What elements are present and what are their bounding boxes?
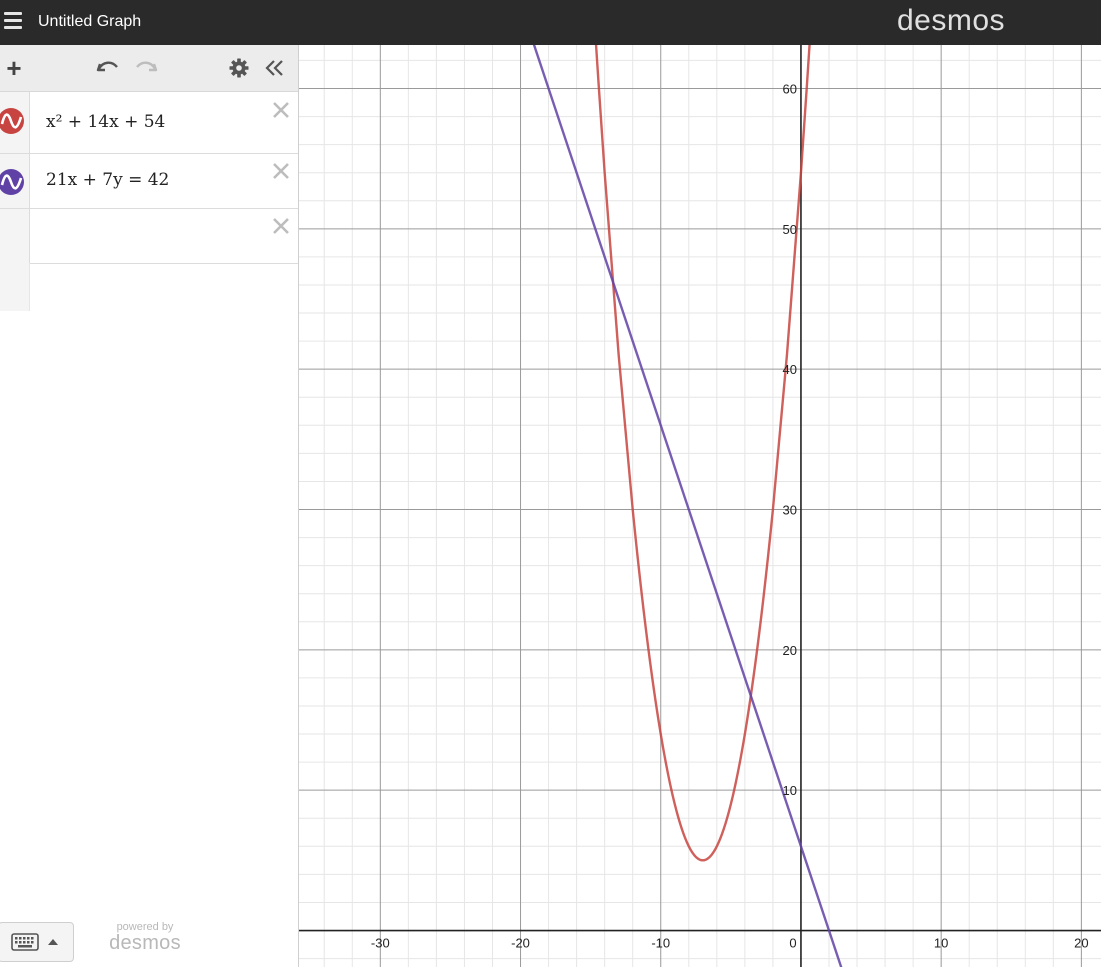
x-tick-label: 10 (934, 936, 948, 951)
x-tick-label: -10 (651, 936, 670, 951)
add-expression-button[interactable]: + (3, 55, 25, 81)
x-tick-label: -30 (371, 936, 390, 951)
collapse-panel-button[interactable] (262, 55, 288, 81)
expression-gutter (0, 263, 30, 311)
parabola-curve[interactable] (591, 45, 815, 862)
top-bar: Untitled Graph desmos (0, 0, 1101, 45)
y-tick-label: 60 (782, 82, 796, 97)
expression-panel: + x² + 14x + 54 21x + 7y = 42 powered by… (0, 45, 299, 967)
powered-by-desmos[interactable]: powered by desmos (104, 921, 186, 953)
redo-button[interactable] (133, 55, 159, 81)
expression-input[interactable]: 21x + 7y = 42 (46, 170, 169, 190)
hamburger-menu-icon[interactable] (4, 12, 22, 30)
redo-icon (136, 61, 158, 72)
x-tick-label: 20 (1074, 936, 1088, 951)
delete-expression-button[interactable] (272, 217, 290, 235)
undo-icon (96, 61, 118, 72)
expression-toolbar: + (0, 45, 298, 92)
delete-expression-button[interactable] (272, 162, 290, 180)
x-tick-label: -20 (511, 936, 530, 951)
x-tick-label: 0 (789, 936, 796, 951)
curve-icon[interactable] (0, 169, 24, 195)
keyboard-icon (11, 933, 39, 951)
y-tick-label: 50 (782, 222, 796, 237)
close-icon (273, 163, 289, 179)
y-tick-label: 20 (782, 643, 796, 658)
expression-item[interactable] (0, 209, 298, 264)
graph-title[interactable]: Untitled Graph (38, 13, 141, 31)
caret-up-icon (48, 939, 58, 945)
delete-expression-button[interactable] (272, 101, 290, 119)
settings-button[interactable] (226, 55, 252, 81)
y-tick-label: 30 (782, 503, 796, 518)
expression-item[interactable]: 21x + 7y = 42 (0, 154, 298, 209)
graph-canvas[interactable]: -30 -20 -10 0 10 20 10 20 30 40 50 60 (299, 45, 1101, 967)
expression-input[interactable]: x² + 14x + 54 (46, 112, 165, 132)
curve-icon[interactable] (0, 108, 24, 134)
gear-icon (229, 58, 249, 78)
desmos-footer-logo: desmos (109, 932, 181, 954)
expression-gutter (0, 209, 30, 263)
keyboard-toggle-button[interactable] (0, 922, 74, 962)
undo-button[interactable] (95, 55, 121, 81)
plus-icon: + (6, 53, 22, 83)
close-icon (273, 102, 289, 118)
close-icon (273, 218, 289, 234)
double-chevron-left-icon (265, 60, 283, 76)
y-tick-label: 40 (782, 362, 796, 377)
desmos-logo: desmos (897, 4, 1006, 37)
expression-item[interactable]: x² + 14x + 54 (0, 92, 298, 154)
y-tick-label: 10 (782, 783, 796, 798)
